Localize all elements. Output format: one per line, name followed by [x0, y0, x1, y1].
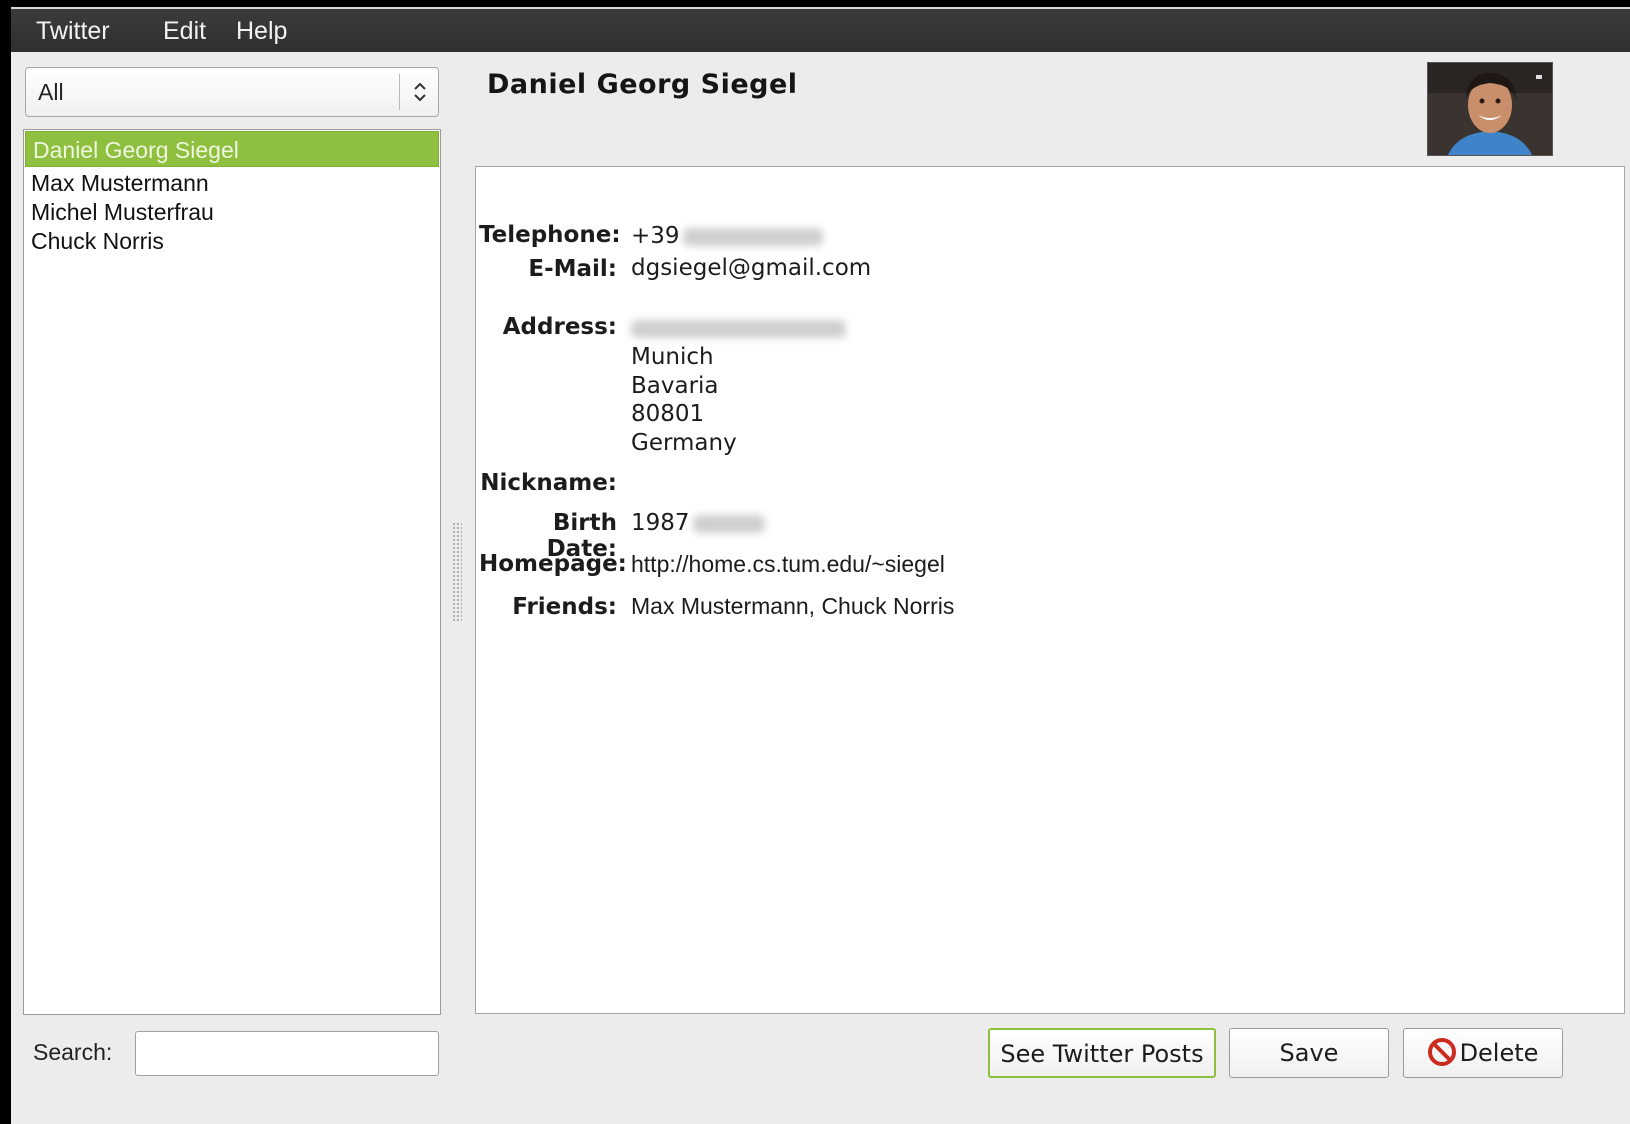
- telephone-label: Telephone:: [479, 222, 621, 248]
- nickname-label: Nickname:: [480, 470, 617, 496]
- contact-details-panel: Telephone: +39 E-Mail: dgsiegel@gmail.co…: [475, 166, 1625, 1014]
- avatar-photo: [1428, 63, 1552, 155]
- homepage-label: Homepage:: [479, 551, 627, 577]
- menu-help[interactable]: Help: [236, 17, 287, 46]
- birthdate-year: 1987: [631, 510, 690, 536]
- app-window: Twitter Edit Help All Daniel Georg Siege…: [11, 7, 1630, 1124]
- birthdate-value: 1987: [631, 510, 765, 536]
- combo-separator: [399, 74, 400, 110]
- email-value[interactable]: dgsiegel@gmail.com: [631, 255, 871, 281]
- redacted-blur: [692, 514, 765, 533]
- menu-twitter[interactable]: Twitter: [36, 17, 110, 46]
- contact-list-item[interactable]: Chuck Norris: [24, 226, 440, 256]
- see-twitter-posts-button[interactable]: See Twitter Posts: [988, 1028, 1216, 1078]
- address-line: Germany: [631, 430, 737, 456]
- updown-chevron-icon: [414, 82, 426, 102]
- friends-label: Friends:: [512, 594, 617, 620]
- address-line: Munich: [631, 344, 714, 370]
- email-label: E-Mail:: [528, 256, 617, 282]
- address-label: Address:: [502, 314, 617, 340]
- delete-button-label: Delete: [1459, 1039, 1539, 1067]
- search-label: Search:: [33, 1039, 113, 1065]
- homepage-link[interactable]: http://home.cs.tum.edu/~siegel: [631, 551, 945, 578]
- avatar[interactable]: [1427, 62, 1553, 156]
- search-input[interactable]: [135, 1031, 439, 1076]
- telephone-prefix: +39: [631, 223, 680, 249]
- telephone-value: +39: [631, 223, 823, 249]
- save-button[interactable]: Save: [1229, 1028, 1389, 1078]
- contact-list-item[interactable]: Daniel Georg Siegel: [25, 131, 439, 167]
- friends-value: Max Mustermann, Chuck Norris: [631, 593, 955, 619]
- contact-list-item[interactable]: Michel Musterfrau: [24, 197, 440, 227]
- delete-button[interactable]: Delete: [1403, 1028, 1563, 1078]
- contact-name-heading: Daniel Georg Siegel: [487, 69, 798, 100]
- menu-bar: Twitter Edit Help: [11, 7, 1630, 52]
- no-entry-icon: [1427, 1038, 1456, 1066]
- pane-splitter-handle[interactable]: [452, 522, 462, 622]
- redacted-blur: [682, 227, 823, 246]
- contact-list[interactable]: Daniel Georg Siegel Max Mustermann Miche…: [23, 129, 441, 1015]
- address-line: Bavaria: [631, 373, 719, 399]
- group-filter-combobox[interactable]: All: [25, 67, 439, 117]
- contact-list-item[interactable]: Max Mustermann: [24, 168, 440, 198]
- group-filter-value: All: [38, 79, 64, 105]
- menu-edit[interactable]: Edit: [163, 17, 206, 46]
- address-street-redacted: [631, 315, 846, 341]
- redacted-blur: [631, 319, 846, 338]
- address-line: 80801: [631, 401, 705, 427]
